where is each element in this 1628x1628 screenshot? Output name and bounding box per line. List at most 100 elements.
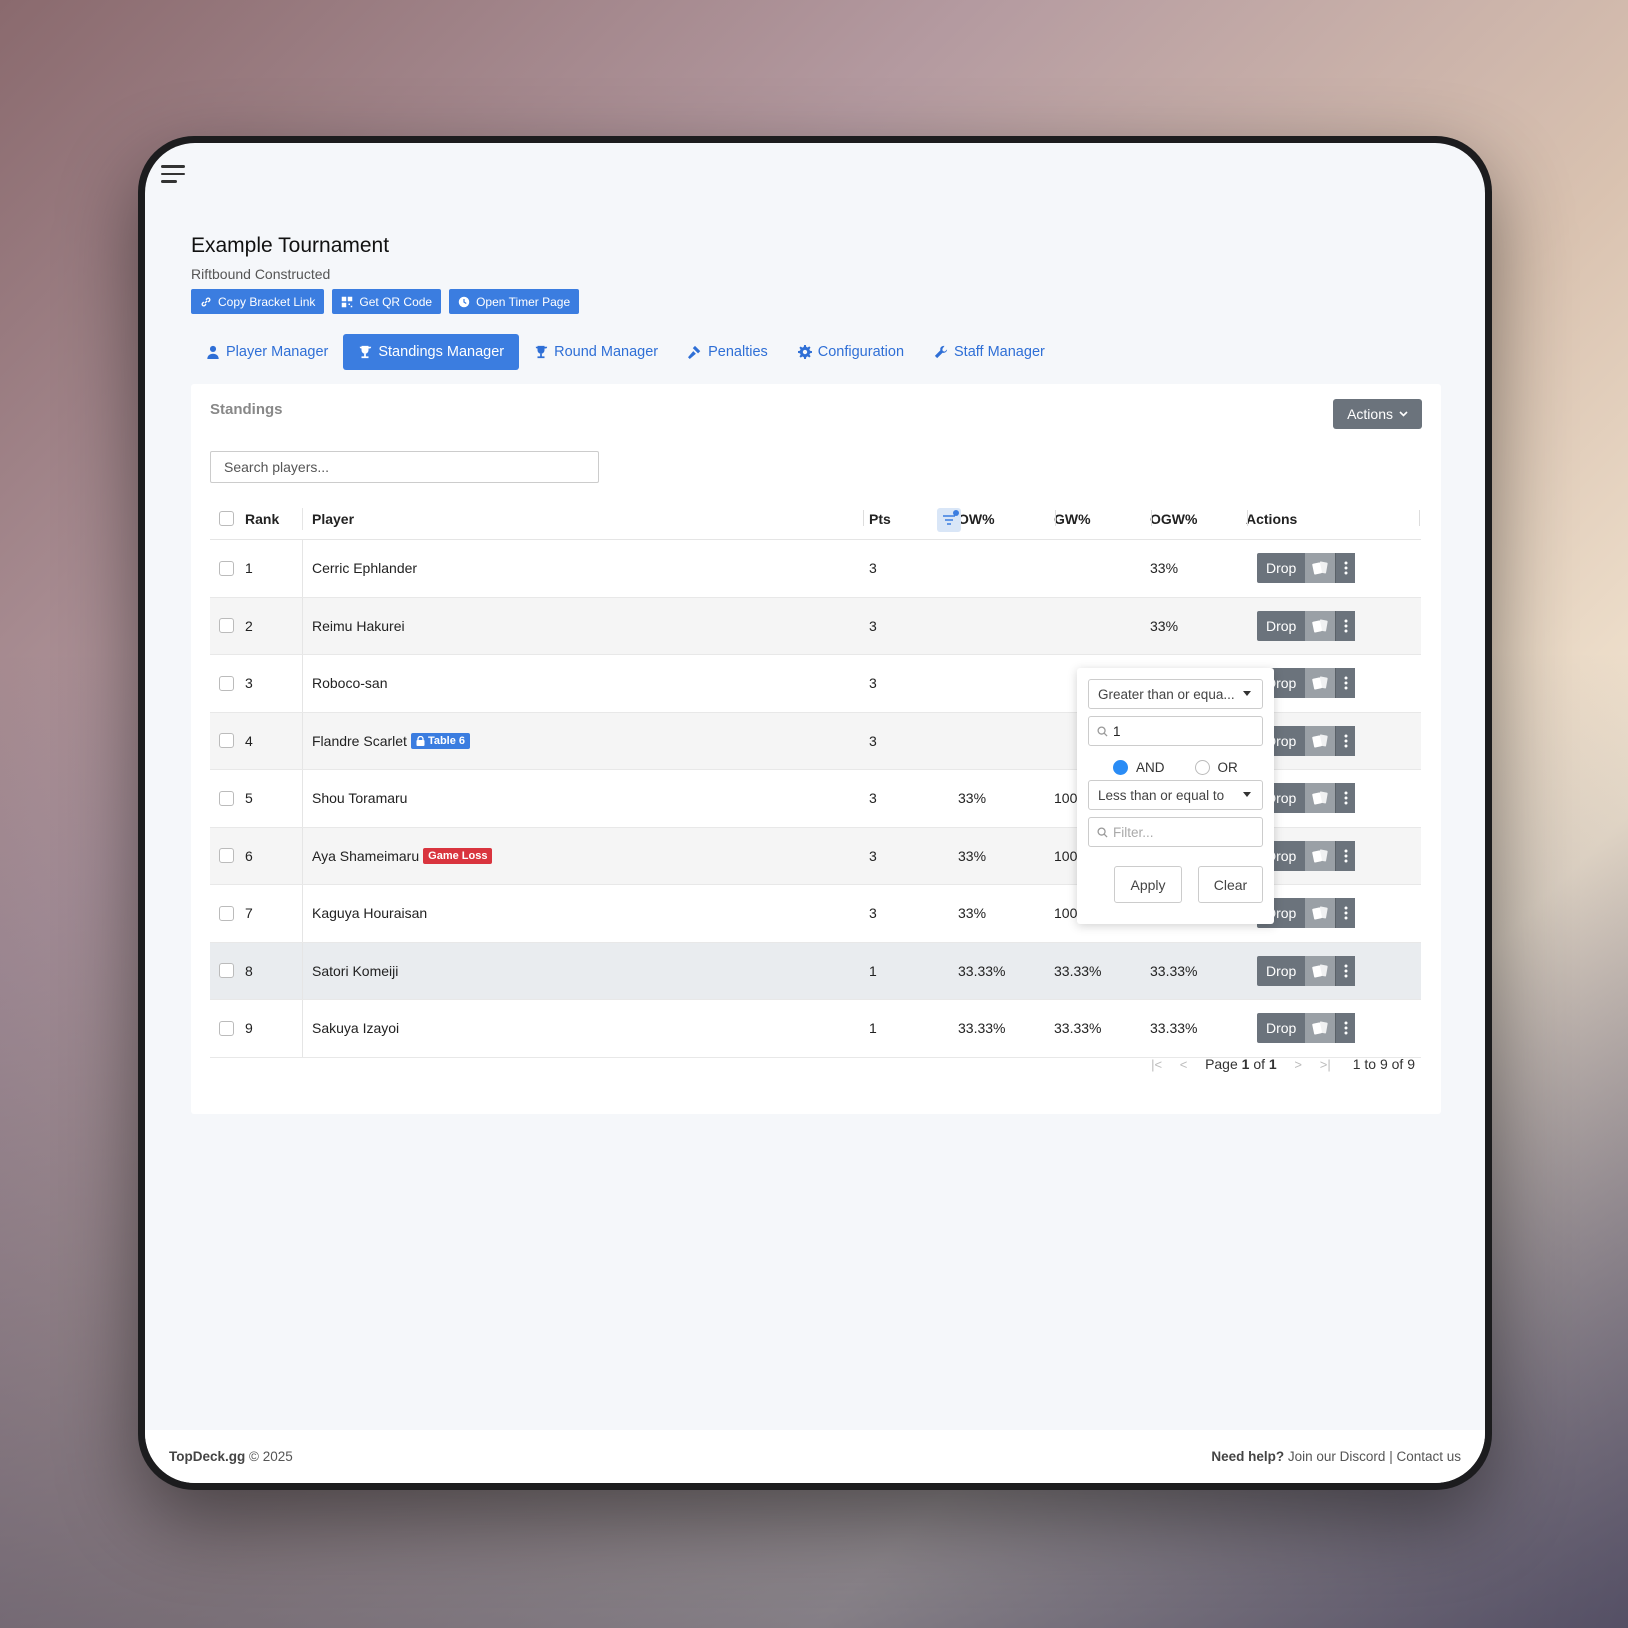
first-page-icon[interactable]: |< — [1143, 1057, 1170, 1072]
player-cell: Reimu Hakurei — [302, 597, 859, 654]
open-timer-page-button[interactable]: Open Timer Page — [449, 289, 580, 314]
more-options-icon[interactable] — [1335, 898, 1356, 929]
trophy-icon — [534, 345, 548, 359]
actions-cell: Drop — [1246, 955, 1416, 986]
and-radio[interactable] — [1113, 760, 1128, 775]
actions-dropdown-button[interactable]: Actions — [1333, 399, 1422, 429]
cards-icon[interactable] — [1305, 553, 1336, 584]
clear-button[interactable]: Clear — [1198, 866, 1263, 903]
select-all-checkbox[interactable] — [219, 511, 234, 526]
table-row[interactable]: 8 Satori Komeiji 1 33.33% 33.33% 33.33% … — [210, 942, 1421, 1000]
filter-condition-1-select[interactable]: Greater than or equa... — [1088, 679, 1263, 709]
caret-down-icon — [1243, 691, 1251, 696]
drop-button[interactable]: Drop — [1257, 553, 1306, 584]
column-header-ow[interactable]: OW% — [958, 511, 1054, 527]
next-page-icon[interactable]: > — [1285, 1057, 1312, 1072]
cards-icon[interactable] — [1305, 783, 1336, 814]
row-checkbox[interactable] — [219, 848, 234, 864]
more-options-icon[interactable] — [1335, 553, 1356, 584]
row-checkbox[interactable] — [219, 963, 234, 979]
apply-button[interactable]: Apply — [1114, 866, 1182, 903]
row-checkbox[interactable] — [219, 560, 234, 576]
row-checkbox[interactable] — [219, 733, 234, 749]
search-icon — [1097, 827, 1108, 838]
discord-link[interactable]: Join our Discord — [1288, 1449, 1386, 1464]
copy-bracket-link-button[interactable]: Copy Bracket Link — [191, 289, 325, 314]
player-cell: Flandre Scarlet Table 6 — [302, 712, 859, 769]
more-options-icon[interactable] — [1335, 783, 1356, 814]
row-checkbox[interactable] — [219, 905, 234, 921]
ow-cell: 33% — [958, 905, 987, 922]
filter-value-2-input[interactable]: Filter... — [1088, 817, 1263, 847]
contact-link[interactable]: Contact us — [1396, 1449, 1461, 1464]
tab-standings-manager[interactable]: Standings Manager — [343, 334, 520, 370]
column-header-ogw[interactable]: OGW% — [1150, 511, 1246, 527]
cards-icon[interactable] — [1305, 955, 1336, 986]
last-page-icon[interactable]: >| — [1312, 1057, 1339, 1072]
or-radio[interactable] — [1194, 760, 1210, 775]
filter-icon[interactable] — [937, 508, 961, 532]
qr-code-icon — [342, 296, 353, 307]
row-actions: Drop — [1257, 668, 1416, 699]
column-header-rank[interactable]: Rank — [238, 511, 302, 527]
table-header: Rank Player Pts OW% GW% OGW% Actions — [210, 498, 1421, 540]
cards-icon[interactable] — [1305, 610, 1336, 641]
tab-configuration[interactable]: Configuration — [783, 334, 919, 370]
more-options-icon[interactable] — [1335, 955, 1356, 986]
row-checkbox[interactable] — [219, 790, 234, 806]
table-row[interactable]: 1 Cerric Ephlander 3 33% Drop — [210, 540, 1421, 598]
player-status-badge: Table 6 — [410, 732, 471, 749]
column-separator[interactable] — [1247, 510, 1248, 526]
column-header-player[interactable]: Player — [302, 507, 859, 530]
row-checkbox[interactable] — [219, 618, 234, 634]
filter-condition-2-select[interactable]: Less than or equal to — [1088, 780, 1263, 810]
pagination: |< < Page 1 of 1 > >| 1 to 9 of 9 — [1143, 1056, 1415, 1072]
get-qr-code-button[interactable]: Get QR Code — [332, 289, 442, 314]
drop-button[interactable]: Drop — [1257, 610, 1306, 641]
player-cell: Shou Toramaru — [302, 770, 859, 827]
tab-round-manager[interactable]: Round Manager — [519, 334, 673, 370]
cards-icon[interactable] — [1305, 1013, 1336, 1044]
filter-value-1-input[interactable]: 1 — [1088, 716, 1263, 746]
hamburger-menu-icon[interactable] — [161, 165, 185, 183]
cards-icon[interactable] — [1305, 668, 1336, 699]
search-input[interactable] — [210, 451, 599, 483]
more-options-icon[interactable] — [1335, 725, 1356, 756]
row-actions: Drop — [1257, 955, 1416, 986]
more-options-icon[interactable] — [1335, 840, 1356, 871]
more-options-icon[interactable] — [1335, 610, 1356, 641]
tablet-frame: Example Tournament Riftbound Constructed… — [138, 136, 1492, 1490]
column-separator[interactable] — [1419, 510, 1420, 526]
rank-cell: 3 — [245, 675, 253, 692]
caret-down-icon — [1243, 792, 1251, 797]
column-separator[interactable] — [1055, 510, 1056, 526]
player-cell: Satori Komeiji — [302, 942, 859, 999]
column-header-gw[interactable]: GW% — [1054, 511, 1150, 527]
footer-help: Need help? Join our Discord | Contact us — [1211, 1449, 1461, 1464]
page-title: Example Tournament — [191, 234, 390, 257]
player-cell: Sakuya Izayoi — [302, 1000, 859, 1057]
column-separator[interactable] — [1151, 510, 1152, 526]
page-subtitle: Riftbound Constructed — [191, 266, 331, 282]
cards-icon[interactable] — [1305, 898, 1336, 929]
prev-page-icon[interactable]: < — [1170, 1057, 1197, 1072]
more-options-icon[interactable] — [1335, 668, 1356, 699]
tab-player-manager[interactable]: Player Manager — [191, 334, 343, 370]
table-row[interactable]: 9 Sakuya Izayoi 1 33.33% 33.33% 33.33% D… — [210, 1000, 1421, 1058]
ogw-cell: 33.33% — [1150, 1020, 1198, 1037]
row-checkbox[interactable] — [219, 675, 234, 691]
tab-staff-manager[interactable]: Staff Manager — [919, 334, 1060, 370]
column-separator[interactable] — [863, 510, 864, 526]
drop-button[interactable]: Drop — [1257, 955, 1306, 986]
cards-icon[interactable] — [1305, 840, 1336, 871]
actions-cell: Drop — [1246, 1013, 1416, 1044]
tab-bar: Player Manager Standings Manager Round M… — [191, 334, 1060, 370]
rank-cell: 6 — [245, 847, 253, 864]
drop-button[interactable]: Drop — [1257, 1013, 1306, 1044]
cards-icon[interactable] — [1305, 725, 1336, 756]
table-row[interactable]: 2 Reimu Hakurei 3 33% Drop — [210, 597, 1421, 655]
more-options-icon[interactable] — [1335, 1013, 1356, 1044]
gear-icon — [797, 345, 812, 359]
row-checkbox[interactable] — [219, 1020, 234, 1036]
tab-penalties[interactable]: Penalties — [673, 334, 783, 370]
